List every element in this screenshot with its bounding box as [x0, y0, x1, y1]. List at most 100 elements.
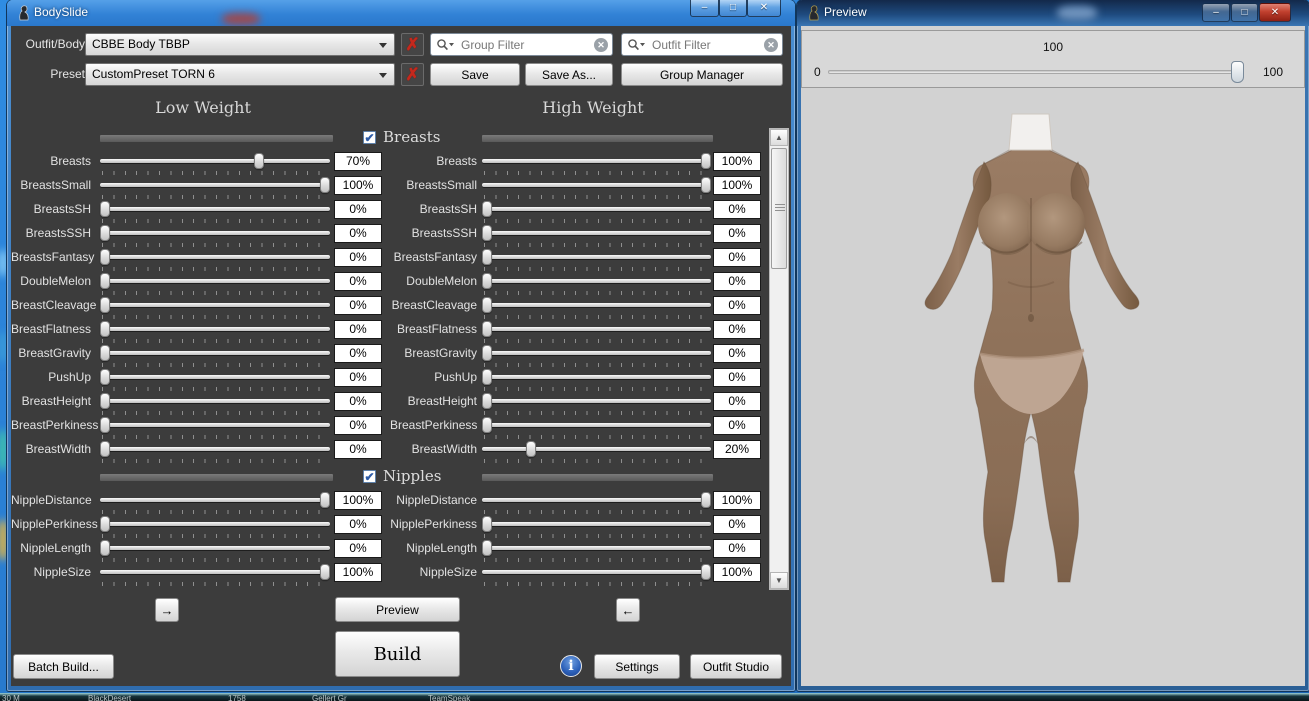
slider-track[interactable]	[482, 303, 711, 307]
slider-track[interactable]	[100, 570, 330, 574]
slider-high[interactable]	[482, 225, 711, 246]
slider-thumb[interactable]	[100, 273, 110, 289]
taskbar-item[interactable]: 1758	[228, 694, 246, 701]
slider-value-input[interactable]: 0%	[713, 539, 761, 558]
slider-value-input[interactable]: 0%	[334, 440, 382, 459]
slider-track[interactable]	[100, 423, 330, 427]
slider-high[interactable]	[482, 201, 711, 222]
slider-low[interactable]	[100, 564, 330, 585]
slider-value-input[interactable]: 0%	[713, 515, 761, 534]
slider-track[interactable]	[100, 399, 330, 403]
slider-value-input[interactable]: 0%	[713, 272, 761, 291]
save-as-button[interactable]: Save As...	[525, 63, 613, 86]
slider-value-input[interactable]: 100%	[713, 176, 761, 195]
slider-value-input[interactable]: 0%	[334, 515, 382, 534]
slider-high[interactable]	[482, 249, 711, 270]
taskbar-item[interactable]: TeamSpeak	[428, 694, 470, 701]
slider-value-input[interactable]: 0%	[713, 224, 761, 243]
slider-value-input[interactable]: 0%	[713, 320, 761, 339]
clear-outfit-button[interactable]: ✗	[401, 33, 424, 56]
slider-high[interactable]	[482, 153, 711, 174]
slider-high[interactable]	[482, 297, 711, 318]
slider-track[interactable]	[482, 546, 711, 550]
slider-value-input[interactable]: 70%	[334, 152, 382, 171]
slider-high[interactable]	[482, 441, 711, 462]
slider-low[interactable]	[100, 441, 330, 462]
slider-thumb[interactable]	[482, 516, 492, 532]
clear-filter-icon[interactable]: ✕	[594, 38, 608, 52]
group-manager-button[interactable]: Group Manager	[621, 63, 783, 86]
slider-high[interactable]	[482, 369, 711, 390]
scrollbar-thumb[interactable]	[771, 148, 787, 269]
slider-track[interactable]	[100, 231, 330, 235]
slider-thumb[interactable]	[482, 273, 492, 289]
taskbar-item[interactable]: Gellert Gr	[312, 694, 347, 701]
slider-low[interactable]	[100, 417, 330, 438]
slider-thumb[interactable]	[100, 441, 110, 457]
slider-thumb[interactable]	[320, 492, 330, 508]
3d-viewport[interactable]	[801, 88, 1305, 686]
slider-track[interactable]	[482, 207, 711, 211]
minimize-button[interactable]: –	[690, 0, 719, 17]
copy-to-low-button[interactable]: ←	[616, 598, 640, 622]
slider-value-input[interactable]: 0%	[334, 296, 382, 315]
slider-low[interactable]	[100, 540, 330, 561]
slider-high[interactable]	[482, 393, 711, 414]
slider-thumb[interactable]	[482, 345, 492, 361]
save-button[interactable]: Save	[430, 63, 520, 86]
slider-high[interactable]	[482, 564, 711, 585]
maximize-button[interactable]: □	[1231, 3, 1258, 22]
slider-value-input[interactable]: 0%	[334, 248, 382, 267]
outfit-studio-button[interactable]: Outfit Studio	[690, 654, 782, 679]
vertical-scrollbar[interactable]: ▲ ▼	[769, 128, 789, 590]
weight-slider-thumb[interactable]	[1231, 61, 1244, 83]
slider-low[interactable]	[100, 393, 330, 414]
slider-thumb[interactable]	[100, 225, 110, 241]
close-button[interactable]: ✕	[1259, 3, 1291, 22]
slider-low[interactable]	[100, 369, 330, 390]
slider-thumb[interactable]	[482, 201, 492, 217]
slider-track[interactable]	[482, 375, 711, 379]
windows-taskbar[interactable]: 30 MBlackDesert1758Gellert GrTeamSpeak	[0, 693, 1309, 701]
slider-value-input[interactable]: 100%	[713, 563, 761, 582]
slider-low[interactable]	[100, 225, 330, 246]
close-button[interactable]: ✕	[747, 0, 781, 17]
slider-value-input[interactable]: 0%	[334, 224, 382, 243]
slider-track[interactable]	[482, 255, 711, 259]
slider-track[interactable]	[100, 279, 330, 283]
slider-track[interactable]	[482, 570, 711, 574]
slider-thumb[interactable]	[100, 417, 110, 433]
slider-track[interactable]	[100, 498, 330, 502]
slider-value-input[interactable]: 100%	[334, 176, 382, 195]
slider-track[interactable]	[482, 159, 711, 163]
slider-track[interactable]	[100, 159, 330, 163]
outfit-body-dropdown[interactable]: CBBE Body TBBP	[85, 33, 395, 56]
slider-value-input[interactable]: 100%	[713, 152, 761, 171]
settings-button[interactable]: Settings	[594, 654, 680, 679]
slider-track[interactable]	[100, 375, 330, 379]
slider-value-input[interactable]: 20%	[713, 440, 761, 459]
slider-value-input[interactable]: 0%	[334, 416, 382, 435]
search-icon[interactable]	[436, 38, 456, 52]
slider-track[interactable]	[100, 183, 330, 187]
about-info-icon[interactable]: i	[560, 655, 582, 677]
slider-low[interactable]	[100, 273, 330, 294]
slider-value-input[interactable]: 0%	[334, 200, 382, 219]
slider-thumb[interactable]	[701, 564, 711, 580]
group-filter-input[interactable]	[461, 36, 590, 53]
slider-high[interactable]	[482, 177, 711, 198]
slider-thumb[interactable]	[100, 345, 110, 361]
clear-filter-icon[interactable]: ✕	[764, 38, 778, 52]
build-button[interactable]: Build	[335, 631, 460, 677]
taskbar-item[interactable]: BlackDesert	[88, 694, 131, 701]
slider-track[interactable]	[482, 183, 711, 187]
main-titlebar[interactable]: BodySlide – □ ✕	[7, 0, 795, 26]
slider-value-input[interactable]: 0%	[334, 272, 382, 291]
preview-button[interactable]: Preview	[335, 597, 460, 622]
preset-dropdown[interactable]: CustomPreset TORN 6	[85, 63, 395, 86]
slider-thumb[interactable]	[701, 153, 711, 169]
search-icon[interactable]	[627, 38, 647, 52]
slider-track[interactable]	[482, 327, 711, 331]
slider-thumb[interactable]	[526, 441, 536, 457]
slider-thumb[interactable]	[482, 369, 492, 385]
